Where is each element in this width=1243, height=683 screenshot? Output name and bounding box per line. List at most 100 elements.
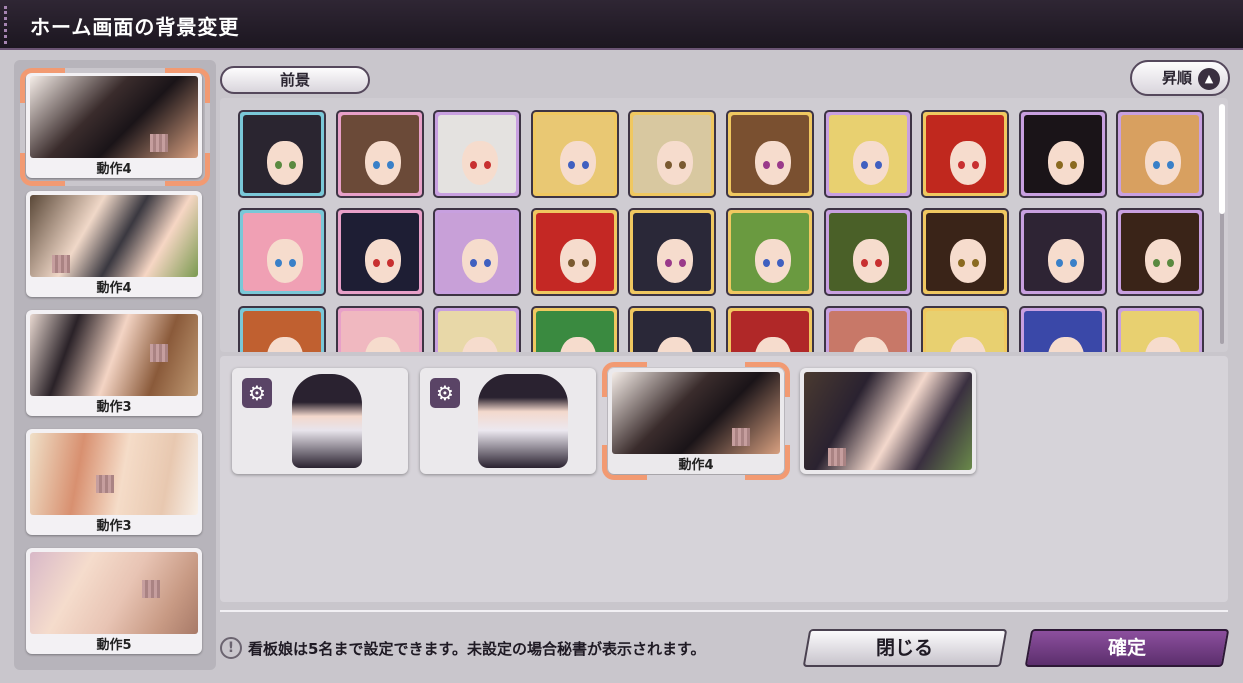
portrait-eye: [386, 161, 394, 169]
scene-slot[interactable]: [800, 368, 976, 474]
portrait-art: [243, 115, 321, 193]
character-portrait[interactable]: [823, 306, 912, 352]
gear-icon[interactable]: ⚙: [430, 378, 460, 408]
portrait-face: [559, 337, 596, 352]
notice-text: 看板娘は5名まで設定できます。未設定の場合秘書が表示されます。: [248, 639, 706, 658]
character-figure: [478, 374, 568, 468]
chain-decoration: [4, 6, 18, 44]
character-portrait[interactable]: [1116, 208, 1205, 296]
portrait-eye: [567, 161, 575, 169]
portrait-face: [1047, 239, 1084, 283]
character-portrait[interactable]: [628, 306, 717, 352]
portrait-face: [755, 141, 791, 185]
portrait-art: [828, 115, 907, 193]
portrait-face: [657, 239, 694, 283]
background-item[interactable]: 動作4: [26, 72, 202, 178]
sort-label: 昇順: [1162, 69, 1193, 87]
portrait-face: [267, 141, 303, 185]
portrait-art: [926, 311, 1005, 352]
character-portrait[interactable]: [823, 208, 912, 296]
character-portrait[interactable]: [726, 208, 814, 296]
portrait-face: [462, 239, 499, 283]
background-item[interactable]: 動作3: [26, 310, 202, 416]
sort-order-button[interactable]: 昇順 ▲: [1130, 60, 1230, 96]
portrait-art: [438, 213, 517, 291]
character-portrait[interactable]: [335, 306, 424, 352]
character-portrait[interactable]: [238, 110, 326, 198]
character-portrait[interactable]: [433, 306, 522, 352]
character-portrait[interactable]: [433, 110, 522, 198]
portrait-face: [1145, 337, 1182, 352]
close-button[interactable]: 閉じる: [802, 629, 1008, 667]
character-grid[interactable]: [220, 98, 1228, 352]
character-portrait[interactable]: [433, 208, 522, 296]
portrait-eye: [874, 161, 882, 169]
character-portrait[interactable]: [921, 306, 1010, 352]
portrait-art: [926, 213, 1005, 291]
character-portrait[interactable]: [335, 110, 424, 198]
portrait-face: [1145, 239, 1182, 283]
portrait-art: [633, 311, 712, 352]
slot-label: 動作4: [678, 458, 714, 473]
character-slot[interactable]: ⚙: [232, 368, 408, 474]
portrait-art: [828, 213, 907, 291]
background-label: 動作3: [96, 400, 132, 415]
character-portrait[interactable]: [1116, 110, 1205, 198]
character-portrait[interactable]: [530, 208, 619, 296]
character-portrait[interactable]: [530, 306, 619, 352]
portrait-face: [1047, 141, 1084, 185]
portrait-face: [657, 337, 694, 352]
portrait-art: [340, 213, 419, 291]
tab-foreground[interactable]: 前景: [220, 66, 370, 94]
character-portrait[interactable]: [628, 208, 717, 296]
portrait-eye: [289, 259, 296, 267]
character-portrait[interactable]: [335, 208, 424, 296]
character-slot[interactable]: ⚙: [420, 368, 596, 474]
background-list[interactable]: 動作4 動作4 動作3 動作3 動作5: [14, 60, 216, 670]
portrait-eye: [860, 259, 868, 267]
portrait-art: [828, 311, 907, 352]
portrait-eye: [275, 161, 282, 169]
portrait-face: [462, 337, 499, 352]
character-portrait[interactable]: [238, 208, 326, 296]
scene-slot[interactable]: 動作4: [608, 368, 784, 474]
character-portrait[interactable]: [238, 306, 326, 352]
character-portrait[interactable]: [726, 110, 814, 198]
portrait-art: [1121, 213, 1200, 291]
character-portrait[interactable]: [1018, 306, 1107, 352]
portrait-art: [340, 115, 419, 193]
portrait-eye: [386, 259, 394, 267]
portrait-eye: [763, 259, 770, 267]
portrait-face: [755, 239, 791, 283]
portrait-art: [243, 311, 321, 352]
portrait-face: [852, 239, 889, 283]
character-portrait[interactable]: [921, 110, 1010, 198]
background-item[interactable]: 動作3: [26, 429, 202, 535]
gear-icon[interactable]: ⚙: [242, 378, 272, 408]
scrollbar-thumb[interactable]: [1219, 104, 1225, 214]
portrait-art: [1023, 311, 1102, 352]
character-portrait[interactable]: [1116, 306, 1205, 352]
grid-scrollbar[interactable]: [1219, 104, 1225, 344]
character-portrait[interactable]: [628, 110, 717, 198]
character-figure: [292, 374, 362, 468]
background-item[interactable]: 動作4: [26, 191, 202, 297]
portrait-art: [926, 115, 1005, 193]
scene-thumbnail: [804, 372, 972, 470]
portrait-face: [755, 337, 791, 352]
character-portrait[interactable]: [921, 208, 1010, 296]
character-portrait[interactable]: [1018, 208, 1107, 296]
scene-thumbnail: [30, 314, 198, 396]
confirm-button[interactable]: 確定: [1024, 629, 1230, 667]
portrait-face: [364, 337, 401, 352]
character-portrait[interactable]: [823, 110, 912, 198]
character-portrait[interactable]: [530, 110, 619, 198]
character-portrait[interactable]: [1018, 110, 1107, 198]
portrait-art: [243, 213, 321, 291]
background-label: 動作4: [96, 162, 132, 177]
background-item[interactable]: 動作5: [26, 548, 202, 654]
character-portrait[interactable]: [726, 306, 814, 352]
portrait-art: [535, 115, 614, 193]
portrait-face: [462, 141, 499, 185]
sort-ascending-icon: ▲: [1198, 68, 1220, 90]
